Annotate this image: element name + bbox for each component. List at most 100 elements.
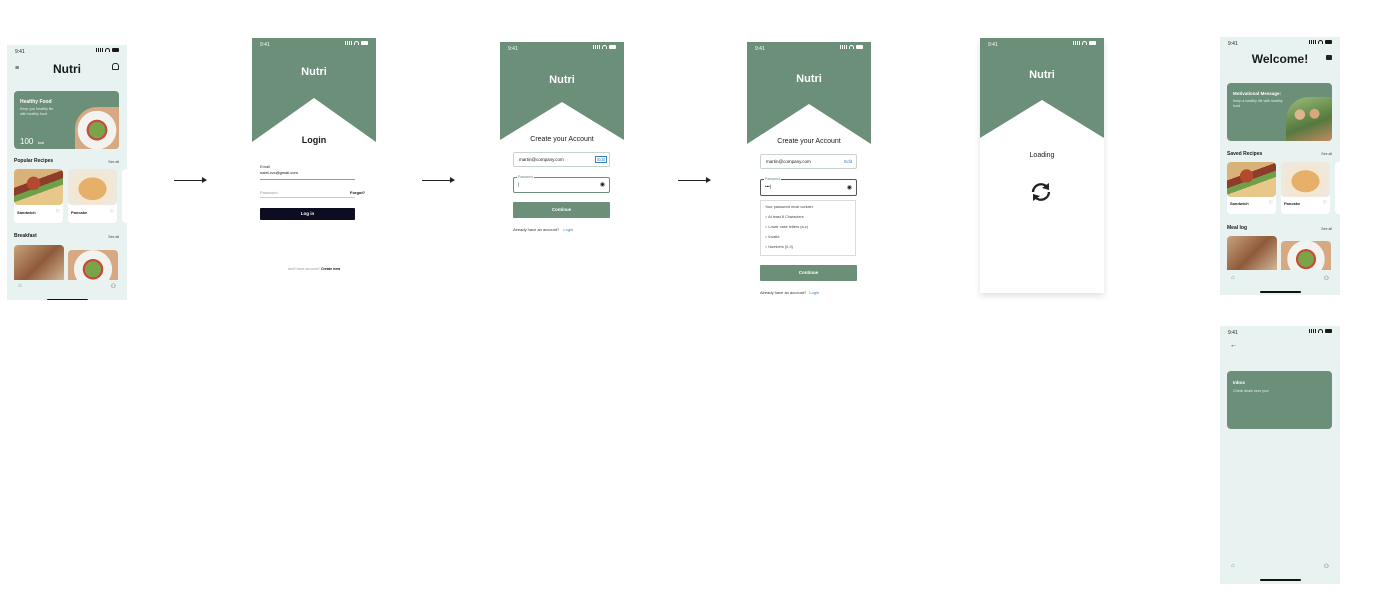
recipe-card[interactable]: Pancake ♡ xyxy=(68,169,117,223)
home-indicator xyxy=(1260,579,1301,581)
section-saved: Saved Recipes xyxy=(1227,151,1263,157)
bell-icon[interactable] xyxy=(112,63,119,70)
motivational-title: Motivational Message: xyxy=(1233,91,1282,96)
login-title: Login xyxy=(301,135,327,145)
header-shape xyxy=(980,38,1104,138)
hero-title: Healthy Food xyxy=(20,99,52,105)
no-account-text: don't have account? xyxy=(287,267,320,271)
brand-title: Nutri xyxy=(796,73,822,85)
welcome-screen: 9:41 Welcome! Motivational Message: Keep… xyxy=(1220,37,1340,295)
email-field[interactable]: martin@company.com Edit xyxy=(760,154,857,169)
password-rules-box: Your password must contain: ○ At least 8… xyxy=(760,200,856,256)
password-underline xyxy=(260,197,355,198)
home-icon[interactable]: ⌂ xyxy=(1231,563,1235,569)
home-screen: 9:41 ≡ Nutri Healthy Food Keep you healt… xyxy=(7,45,127,300)
password-field[interactable]: Password xyxy=(260,190,278,195)
header-shape xyxy=(500,42,624,140)
already-text: Already have an account? xyxy=(760,290,807,295)
forgot-link[interactable]: Forgot? xyxy=(350,190,365,195)
heart-icon[interactable]: ♡ xyxy=(1269,200,1273,206)
recipe-name: Sandwich xyxy=(17,210,36,215)
see-all-link[interactable]: See all xyxy=(108,160,119,164)
home-icon[interactable]: ⌂ xyxy=(1231,275,1235,281)
login-button[interactable]: Log in xyxy=(260,208,355,220)
loading-label: Loading xyxy=(1029,152,1055,159)
home-indicator xyxy=(47,299,88,300)
login-link[interactable]: Login xyxy=(563,227,573,232)
status-time: 9:41 xyxy=(755,46,765,52)
flow-arrow-2 xyxy=(422,177,455,183)
create-account-screen: 9:41 Nutri Create your Account martin@co… xyxy=(500,42,624,252)
page-title: Welcome! xyxy=(1251,52,1309,66)
hero-food-image xyxy=(75,107,119,149)
page-title: Nutri xyxy=(53,62,81,76)
password-field[interactable]: Password •••| ◉ xyxy=(760,177,857,196)
people-photo xyxy=(1286,97,1332,141)
breakfast-image[interactable] xyxy=(14,245,64,285)
loading-screen: 9:41 Nutri Loading xyxy=(980,38,1104,293)
heart-icon[interactable]: ♡ xyxy=(56,209,60,215)
eye-icon[interactable]: ◉ xyxy=(847,184,852,191)
already-text: Already have an account? xyxy=(513,227,560,232)
status-time: 9:41 xyxy=(988,42,998,48)
recipe-card[interactable]: Sandwich ♡ xyxy=(14,169,63,223)
password-field[interactable]: Password | ◉ xyxy=(513,175,610,193)
inbox-card[interactable]: Inbox Check deals near you! xyxy=(1227,371,1332,429)
login-link[interactable]: Login xyxy=(809,290,819,295)
rule-item: Numbers (0-9) xyxy=(768,245,793,249)
password-value: •••| xyxy=(765,184,771,189)
home-indicator xyxy=(1260,291,1301,293)
continue-button[interactable]: Continue xyxy=(513,202,610,218)
heart-icon[interactable]: ♡ xyxy=(1323,200,1327,206)
inbox-body: Check deals near you! xyxy=(1233,389,1269,393)
recipe-card[interactable]: Pancake ♡ xyxy=(1281,162,1330,214)
continue-button[interactable]: Continue xyxy=(760,265,857,281)
recipe-card-partial[interactable] xyxy=(1335,162,1340,214)
header-shape xyxy=(747,42,871,144)
email-field[interactable]: martin@company.com Edit xyxy=(513,152,610,167)
profile-icon[interactable]: ⚇ xyxy=(111,283,116,290)
email-field[interactable]: nabil.cvc@gmail.com xyxy=(260,170,298,175)
password-label: Password xyxy=(517,175,535,179)
hero-unit: kcal xyxy=(37,141,45,145)
brand-title: Nutri xyxy=(1029,69,1055,81)
email-underline xyxy=(260,179,355,180)
flow-arrow-3 xyxy=(678,177,711,183)
chat-icon[interactable] xyxy=(1326,55,1332,60)
edit-link[interactable]: Edit xyxy=(595,156,607,163)
email-label: Email xyxy=(260,164,271,169)
bottom-nav xyxy=(7,280,127,300)
recipe-image xyxy=(68,169,117,205)
recipe-card[interactable]: Sandwich ♡ xyxy=(1227,162,1276,214)
rule-check-icon: ○ xyxy=(765,245,768,249)
login-screen: 9:41 Nutri Login Email nabil.cvc@gmail.c… xyxy=(252,38,376,278)
brand-title: Nutri xyxy=(301,66,327,78)
profile-icon[interactable]: ⚇ xyxy=(1324,563,1329,570)
recipe-card-partial[interactable] xyxy=(122,169,127,223)
motivational-card[interactable]: Motivational Message: Keep a healthy lif… xyxy=(1227,83,1332,141)
section-popular: Popular Recipes xyxy=(14,158,54,164)
status-time: 9:41 xyxy=(508,46,518,52)
see-all-link[interactable]: See all xyxy=(108,235,119,239)
section-breakfast: Breakfast xyxy=(14,233,37,239)
password-label: Password xyxy=(764,177,782,181)
inbox-title: Inbox xyxy=(1233,380,1245,385)
create-account-rules-screen: 9:41 Nutri Create your Account martin@co… xyxy=(747,42,871,302)
rule-item: Invalid xyxy=(768,235,780,239)
meal-image[interactable] xyxy=(1227,236,1277,274)
hero-card[interactable]: Healthy Food Keep you healthy life with … xyxy=(14,91,119,149)
profile-icon[interactable]: ⚇ xyxy=(1324,275,1329,282)
heart-icon[interactable]: ♡ xyxy=(110,209,114,215)
eye-icon[interactable]: ◉ xyxy=(600,181,605,188)
status-time: 9:41 xyxy=(15,49,25,55)
see-all-link[interactable]: See all xyxy=(1321,227,1332,231)
flow-arrow-1 xyxy=(174,177,207,183)
edit-link[interactable]: Edit xyxy=(844,159,852,164)
rule-check-icon: ○ xyxy=(765,215,768,219)
see-all-link[interactable]: See all xyxy=(1321,152,1332,156)
recipe-name: Pancake xyxy=(71,210,88,215)
refresh-icon xyxy=(1031,183,1051,201)
home-icon[interactable]: ⌂ xyxy=(18,283,22,289)
create-new-link[interactable]: Create new xyxy=(321,267,340,271)
back-arrow-icon[interactable]: ← xyxy=(1230,342,1237,349)
